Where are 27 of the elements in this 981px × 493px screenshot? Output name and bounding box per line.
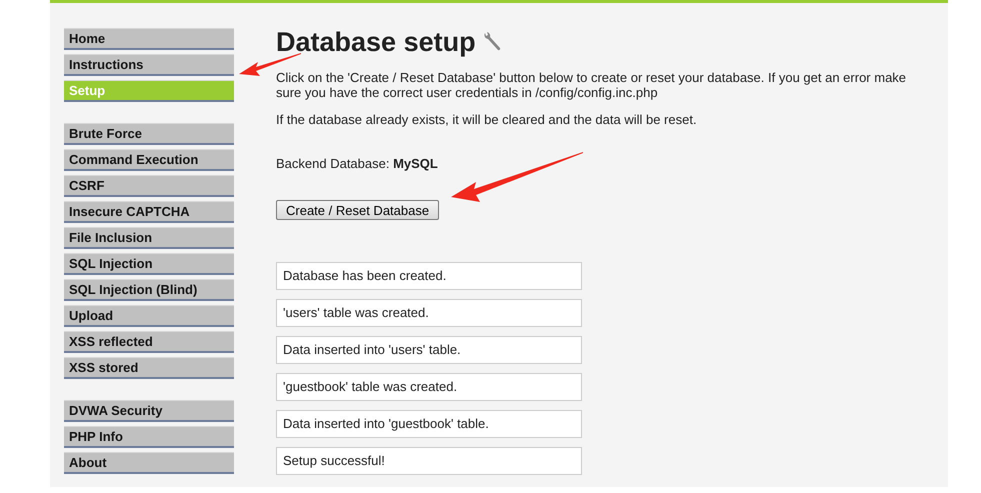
message-box: 'guestbook' table was created. [276,373,582,401]
menu-item[interactable]: Instructions [64,54,234,76]
message-box: Data inserted into 'guestbook' table. [276,410,582,438]
menu-item[interactable]: Command Execution [64,149,234,171]
menu-item[interactable]: XSS reflected [64,331,234,353]
message-box: 'users' table was created. [276,299,582,327]
menu-item[interactable]: CSRF [64,175,234,197]
create-reset-button[interactable]: Create / Reset Database [276,200,440,220]
page-title: Database setup [276,26,476,59]
menu-item[interactable]: Brute Force [64,123,234,145]
menu-item[interactable]: File Inclusion [64,227,234,249]
wrench-icon [482,31,502,53]
message-box: Data inserted into 'users' table. [276,336,582,364]
menu-item[interactable]: SQL Injection [64,253,234,275]
menu-item[interactable]: About [64,452,234,474]
backend-text: Backend Database: MySQL [276,155,439,173]
message-box: Database has been created. [276,262,582,290]
menu-item[interactable]: Insecure CAPTCHA [64,201,234,223]
menu-item[interactable]: Home [64,28,234,50]
menu-item[interactable]: Upload [64,305,234,327]
note-text: If the database already exists, it will be cleared and the data will be reset. [276,112,698,127]
menu-item[interactable]: PHP Info [64,426,234,448]
message-box: Setup successful! [276,447,582,475]
intro-text: Click on the 'Create / Reset Database' button below to create or reset your database. If you get an error make sure you have the correct user credentials in /config/config.inc.php [276,70,908,100]
menu-item[interactable]: SQL Injection (Blind) [64,279,234,301]
menu-item[interactable]: XSS stored [64,357,234,379]
menu-item[interactable]: DVWA Security [64,400,234,422]
